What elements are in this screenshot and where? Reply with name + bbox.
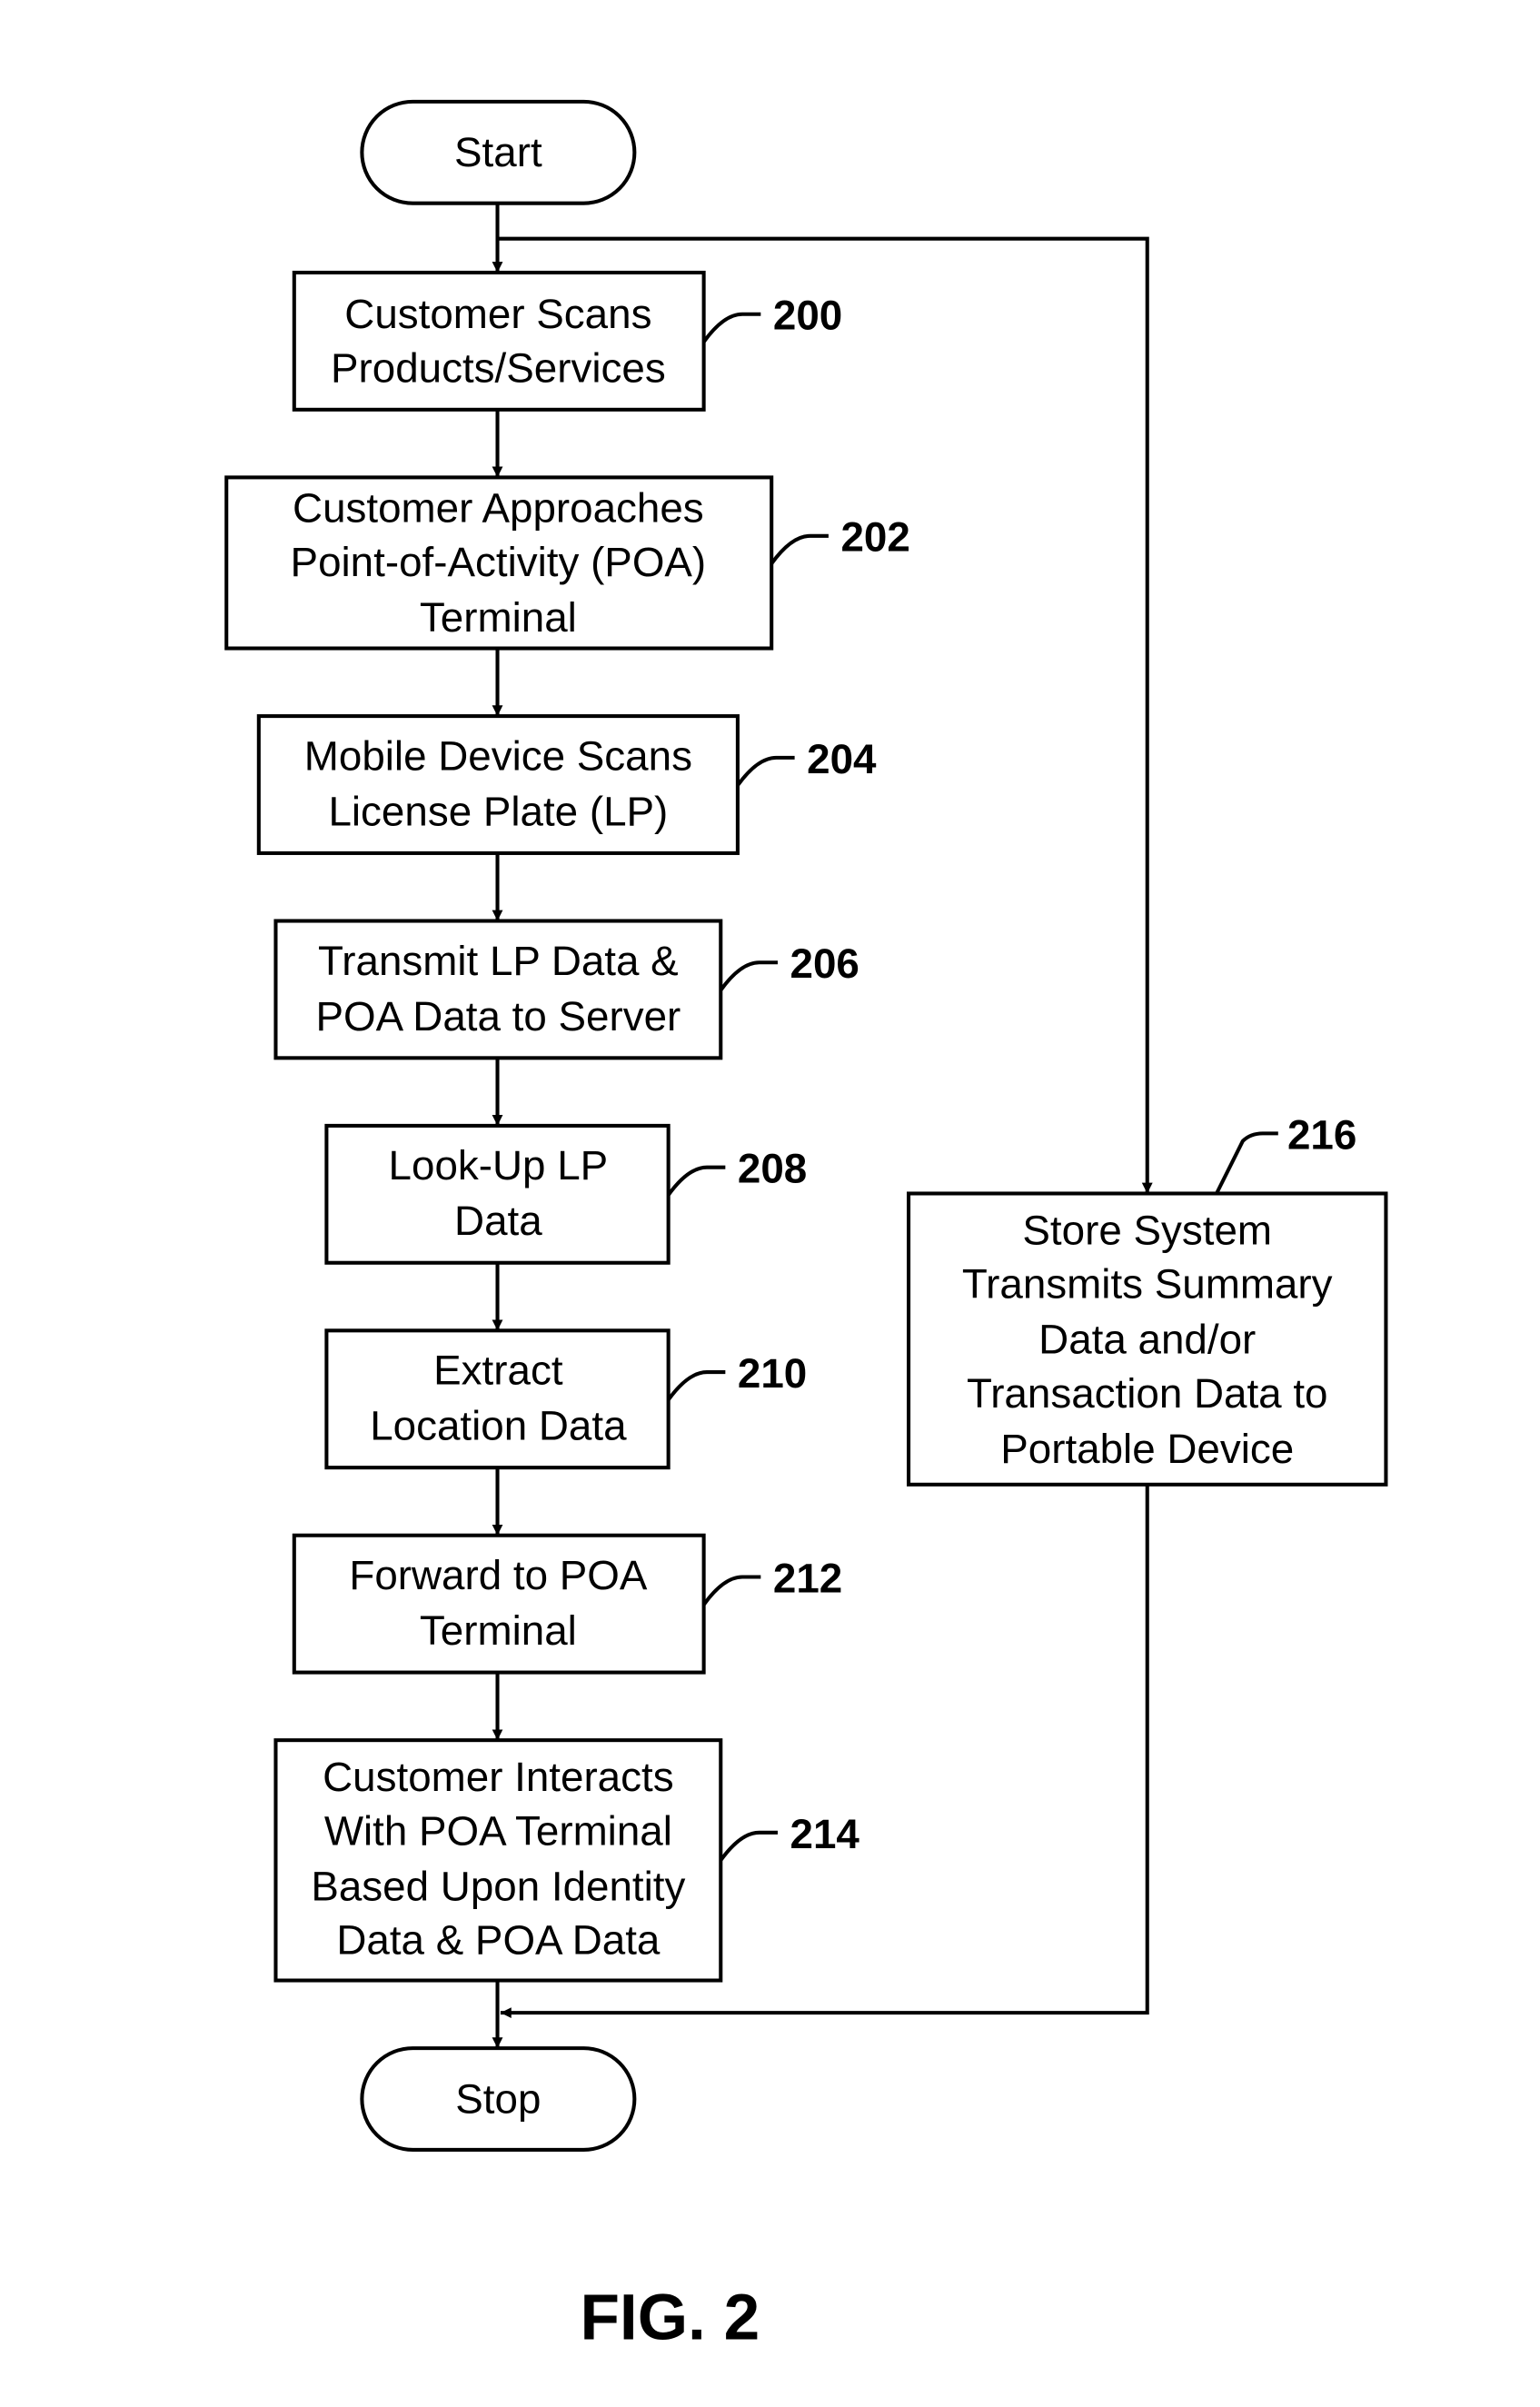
step-214-line-4: Data & POA Data xyxy=(336,1917,661,1964)
step-210: Extract Location Data 210 xyxy=(324,1328,807,1470)
step-214-line-1: Customer Interacts xyxy=(323,1754,673,1800)
step-208-line-1: Look-Up LP xyxy=(389,1142,609,1189)
step-210-line-1: Extract xyxy=(433,1348,563,1394)
step-206-line-2: POA Data to Server xyxy=(315,993,681,1039)
ref-206: 206 xyxy=(790,940,859,987)
ref-204: 204 xyxy=(807,736,877,782)
step-214-line-3: Based Upon Identity xyxy=(311,1863,685,1909)
ref-200: 200 xyxy=(773,293,842,339)
ref-212: 212 xyxy=(773,1555,842,1601)
step-208-line-2: Data xyxy=(454,1198,542,1244)
step-202: Customer Approaches Point-of-Activity (P… xyxy=(224,475,910,651)
step-204-line-1: Mobile Device Scans xyxy=(304,732,692,779)
step-208: Look-Up LP Data 208 xyxy=(324,1123,807,1265)
step-202-line-2: Point-of-Activity (POA) xyxy=(291,539,707,585)
flowchart: Start Customer Scans Products/Services 2… xyxy=(224,99,1388,2353)
stop-terminator: Stop xyxy=(360,2046,637,2152)
step-212: Forward to POA Terminal 212 xyxy=(292,1533,842,1675)
ref-216: 216 xyxy=(1287,1111,1356,1158)
step-216-line-5: Portable Device xyxy=(1000,1426,1294,1472)
stop-label: Stop xyxy=(455,2075,541,2122)
ref-210: 210 xyxy=(738,1350,807,1397)
step-202-line-1: Customer Approaches xyxy=(293,485,704,532)
step-204-line-2: License Plate (LP) xyxy=(328,788,668,834)
step-200-line-2: Products/Services xyxy=(331,344,666,391)
step-200: Customer Scans Products/Services 200 xyxy=(292,270,842,412)
start-label: Start xyxy=(454,129,542,175)
ref-202: 202 xyxy=(840,514,909,561)
step-216-line-2: Transmits Summary xyxy=(962,1261,1333,1308)
step-216-line-3: Data and/or xyxy=(1038,1317,1256,1363)
ref-214: 214 xyxy=(790,1811,860,1857)
step-216-line-1: Store System xyxy=(1022,1207,1272,1253)
step-200-line-1: Customer Scans xyxy=(344,291,651,337)
ref-208: 208 xyxy=(738,1146,807,1192)
step-206-line-1: Transmit LP Data & xyxy=(318,938,679,984)
figure-label: FIG. 2 xyxy=(580,2282,760,2353)
start-terminator: Start xyxy=(360,99,637,205)
step-212-line-1: Forward to POA xyxy=(349,1552,647,1598)
step-202-line-3: Terminal xyxy=(420,594,577,641)
step-214-line-2: With POA Terminal xyxy=(324,1807,672,1854)
step-212-line-2: Terminal xyxy=(420,1607,577,1654)
step-214: Customer Interacts With POA Terminal Bas… xyxy=(273,1738,860,1983)
step-206: Transmit LP Data & POA Data to Server 20… xyxy=(273,919,859,1060)
step-216-line-4: Transaction Data to xyxy=(967,1370,1328,1417)
step-204: Mobile Device Scans License Plate (LP) 2… xyxy=(256,714,877,855)
step-210-line-2: Location Data xyxy=(370,1403,627,1449)
